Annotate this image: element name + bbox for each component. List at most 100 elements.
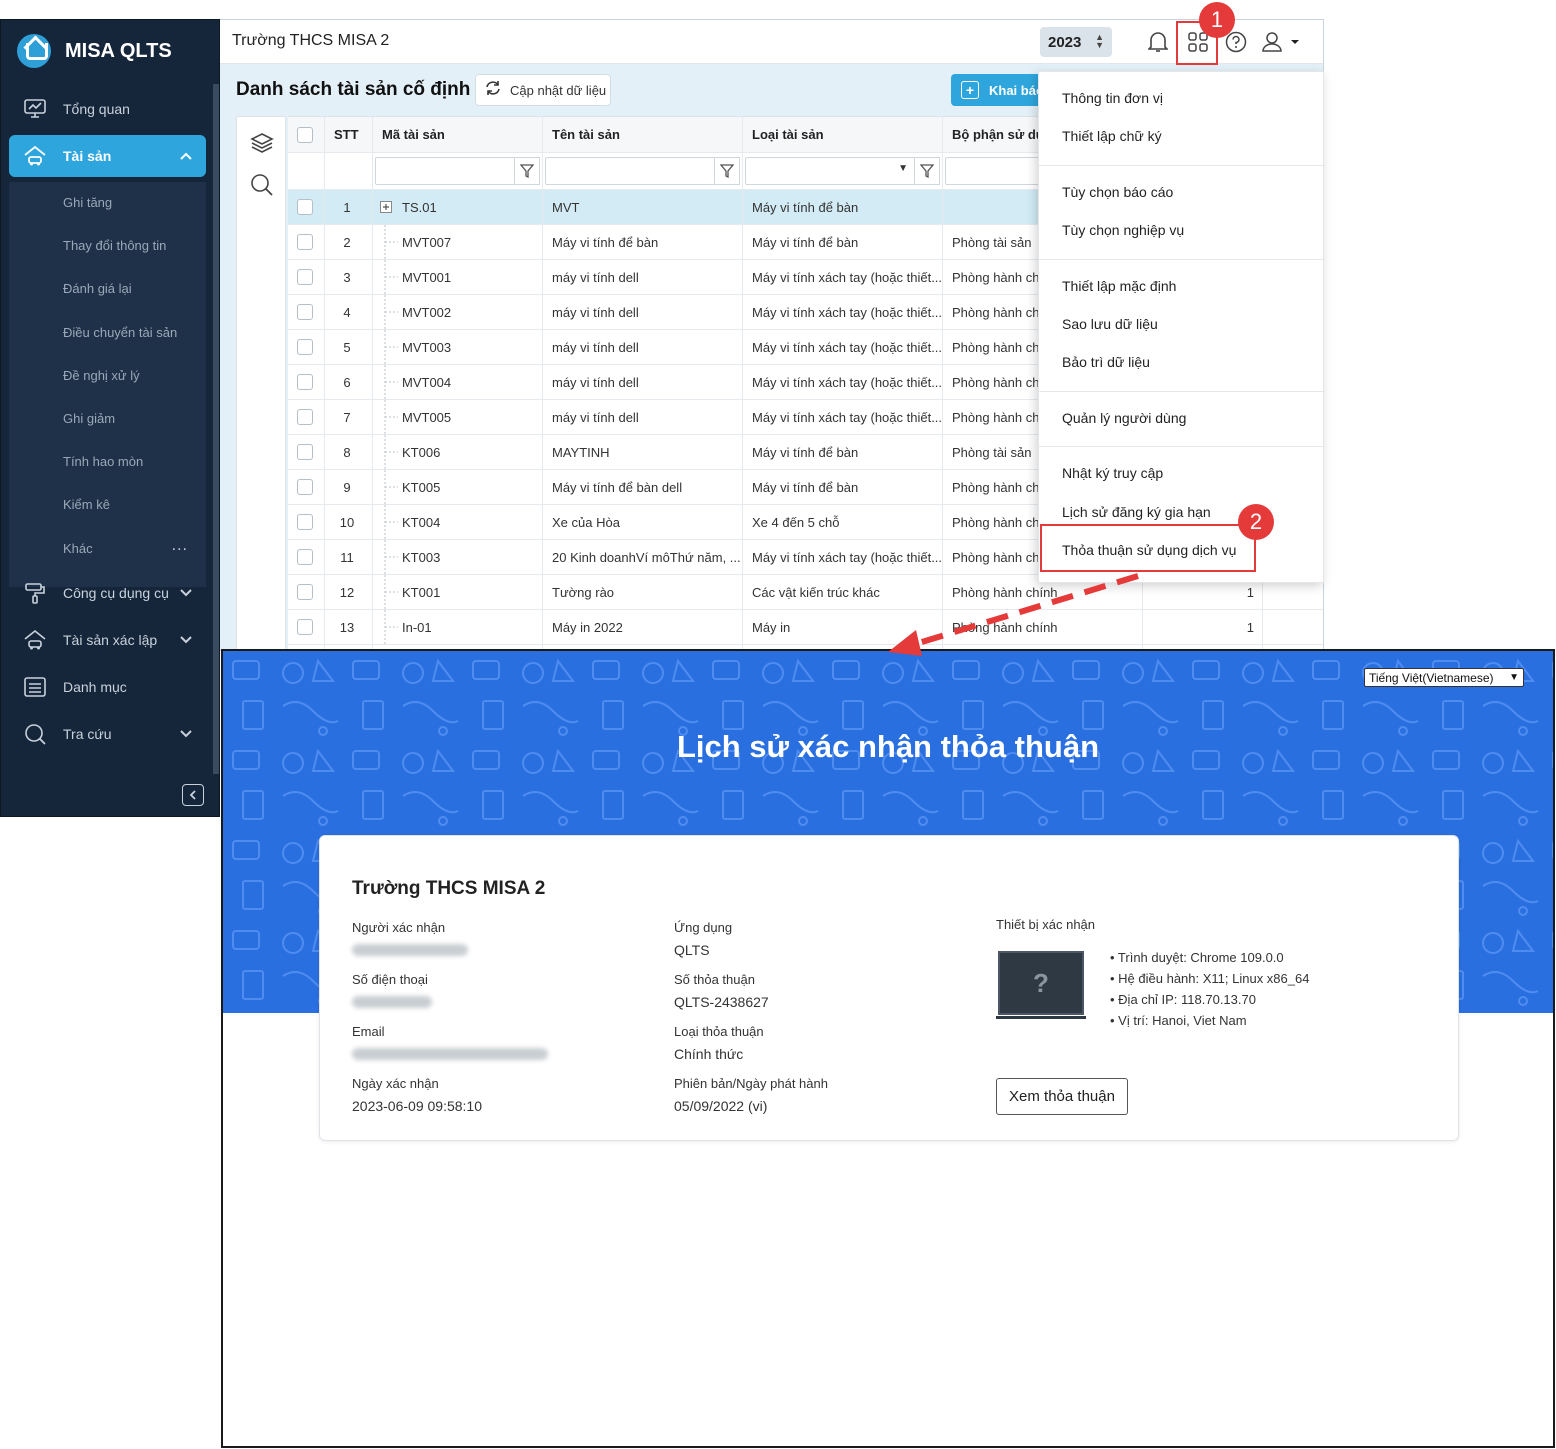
sidebar-item-label: Tổng quan [63,101,130,117]
menu-item-unit-info[interactable]: Thông tin đơn vị [1062,90,1163,106]
row-checkbox[interactable] [297,610,313,644]
menu-item-defaults[interactable]: Thiết lập mặc định [1062,278,1176,294]
more-dots-icon[interactable]: ... [172,537,188,555]
tree-line-icon [384,225,400,259]
app-value: QLTS [674,942,710,958]
expand-plus-icon[interactable] [380,190,392,224]
sidebar-item-label: Tài sản [63,148,112,164]
cell-type: Máy vi tính xách tay (hoặc thiết... [752,549,942,565]
sidebar-item-tools[interactable]: Công cụ dụng cụ [9,572,206,614]
sidebar-item-catalog[interactable]: Danh mục [9,666,206,708]
row-checkbox[interactable] [297,435,313,469]
menu-item-renewal-history[interactable]: Lịch sử đăng ký gia hạn [1062,504,1211,520]
plus-icon: + [961,81,979,99]
org-name: Trường THCS MISA 2 [232,32,390,49]
submenu-item-danh-gia-lai[interactable]: Đánh giá lại [63,281,132,296]
sidebar-scrollbar[interactable] [213,84,219,774]
header-type[interactable]: Loại tài sản [752,117,824,152]
cell-stt: 7 [343,409,351,425]
menu-item-business-options[interactable]: Tùy chọn nghiệp vụ [1062,222,1184,238]
sidebar-item-assets[interactable]: Tài sản [9,135,206,177]
header-stt[interactable]: STT [334,117,359,152]
select-all-checkbox[interactable] [297,117,313,152]
page-title: Lịch sử xác nhận thỏa thuận [676,729,1100,764]
row-checkbox[interactable] [297,190,313,224]
filter-icon[interactable] [914,157,940,185]
top-bar: Trường THCS MISA 2 2023 ▲ ▼ [220,20,1323,64]
bell-icon[interactable] [1146,30,1170,54]
agreement-highlight-box [1040,524,1256,572]
row-checkbox[interactable] [297,365,313,399]
submenu-item-ghi-giam[interactable]: Ghi giảm [63,411,115,426]
cell-code: MVT003 [402,339,452,355]
cell-stt: 6 [343,374,351,390]
submenu-item-khac[interactable]: Khác [63,541,93,556]
cell-name: Tường rào [552,584,615,600]
sidebar-item-established-assets[interactable]: Tài sản xác lập [9,619,206,661]
row-checkbox[interactable] [297,575,313,609]
row-checkbox[interactable] [297,505,313,539]
grid-tools [236,116,286,650]
cell-name: Máy vi tính để bàn [552,234,659,250]
year-selector[interactable]: 2023 ▲ ▼ [1040,27,1112,57]
cell-qty: 1 [1246,619,1254,635]
user-account-icon[interactable] [1261,30,1305,54]
table-row[interactable]: 13 In-01 Máy in 2022 Máy in Phòng hành chính… [288,610,1323,645]
refresh-icon [484,80,502,101]
submenu-item-dieu-chuyen[interactable]: Điều chuyển tài sản [63,325,177,340]
device-monitor-icon: ? [998,951,1084,1015]
refresh-data-button[interactable]: Cập nhật dữ liệu [475,74,611,106]
row-checkbox[interactable] [297,295,313,329]
agreement-no-value: QLTS-2438627 [674,994,769,1010]
type-filter-select[interactable]: ▼ [745,157,915,185]
cell-name: máy vi tính dell [552,374,639,390]
name-filter-input[interactable] [545,157,715,185]
filter-icon[interactable] [714,157,740,185]
cell-code: MVT002 [402,304,452,320]
menu-item-signature[interactable]: Thiết lập chữ ký [1062,128,1162,144]
header-code[interactable]: Mã tài sản [382,117,445,152]
submenu-item-ghi-tang[interactable]: Ghi tăng [63,195,112,210]
version-value: 05/09/2022 (vi) [674,1098,768,1114]
view-agreement-button[interactable]: Xem thỏa thuận [996,1078,1128,1115]
cell-stt: 3 [343,269,351,285]
cell-name: máy vi tính dell [552,409,639,425]
row-checkbox[interactable] [297,540,313,574]
language-value: Tiếng Việt(Vietnamese) [1369,670,1494,685]
agreement-no-label: Số thỏa thuận [674,972,755,987]
header-name[interactable]: Tên tài sản [552,117,620,152]
code-filter-input[interactable] [375,157,515,185]
refresh-label: Cập nhật dữ liệu [510,82,607,98]
tree-line-icon [384,330,400,364]
row-checkbox[interactable] [297,470,313,504]
list-icon [23,675,47,699]
cell-code: MVT001 [402,269,452,285]
submenu-item-de-nghi-xu-ly[interactable]: Đề nghị xử lý [63,368,140,383]
brand[interactable]: MISA QLTS [17,34,172,68]
tree-line-icon [384,435,400,469]
menu-item-access-log[interactable]: Nhật ký truy cập [1062,465,1163,481]
menu-item-report-options[interactable]: Tùy chọn báo cáo [1062,184,1173,200]
menu-item-backup[interactable]: Sao lưu dữ liệu [1062,316,1158,332]
caret-down-icon: ▼ [898,163,908,174]
menu-item-maintenance[interactable]: Bảo trì dữ liệu [1062,354,1150,370]
language-select[interactable]: Tiếng Việt(Vietnamese) ▼ [1364,668,1524,687]
cell-type: Máy in [752,619,791,635]
sidebar-item-overview[interactable]: Tổng quan [9,88,206,130]
row-checkbox[interactable] [297,330,313,364]
sidebar-item-lookup[interactable]: Tra cứu [9,713,206,755]
device-label: Thiết bị xác nhận [996,917,1096,932]
submenu-item-tinh-hao-mon[interactable]: Tính hao mòn [63,454,143,469]
row-checkbox[interactable] [297,260,313,294]
row-checkbox[interactable] [297,400,313,434]
row-checkbox[interactable] [297,225,313,259]
collapse-sidebar-button[interactable] [182,784,204,806]
menu-item-user-management[interactable]: Quản lý người dùng [1062,410,1186,426]
step-badge-1: 1 [1199,2,1235,38]
layers-icon[interactable] [250,131,274,155]
submenu-item-kiem-ke[interactable]: Kiểm kê [63,497,110,512]
cell-type: Các vật kiến trúc khác [752,584,880,600]
search-icon[interactable] [250,173,274,197]
filter-icon[interactable] [514,157,540,185]
submenu-item-thay-doi-thong-tin[interactable]: Thay đổi thông tin [63,238,166,253]
